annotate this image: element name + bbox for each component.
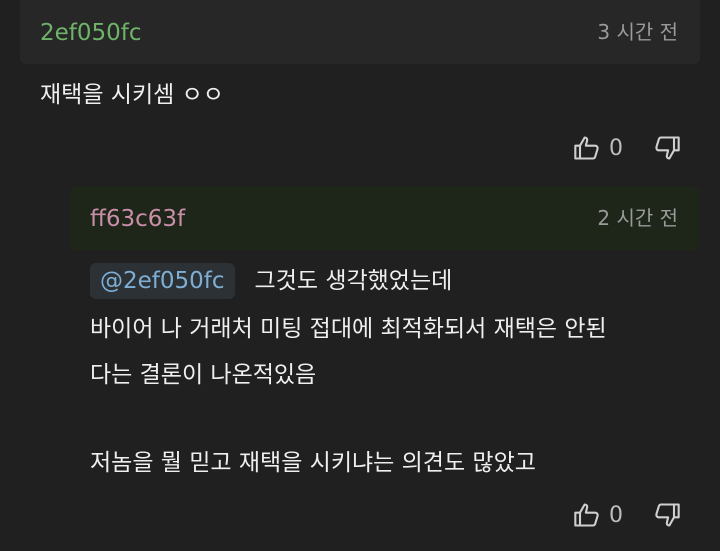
comment-header: 2ef050fc 3 시간 전: [20, 0, 700, 64]
reply-line-1-text: 그것도 생각했었는데: [254, 268, 453, 294]
reply-header: ff63c63f 2 시간 전: [70, 186, 700, 250]
comment-text: 재택을 시키셈 ㅇㅇ: [40, 82, 224, 108]
comment-username[interactable]: 2ef050fc: [40, 18, 142, 48]
thumbs-up-icon[interactable]: [573, 501, 601, 529]
thumbs-up-icon[interactable]: [573, 134, 601, 162]
reply-line-3: 다는 결론이 나온적있음: [90, 362, 317, 388]
thumbs-down-icon[interactable]: [653, 501, 681, 529]
reply-line-4: 저놈을 뭘 믿고 재택을 시키냐는 의견도 많았고: [90, 450, 536, 476]
reply-mention[interactable]: @2ef050fc: [90, 263, 235, 299]
reply-actions: 0: [573, 501, 681, 529]
reply-line-2: 바이어 나 거래처 미팅 접대에 최적화되서 재택은 안된: [90, 316, 607, 342]
reply-timestamp: 2 시간 전: [597, 206, 678, 230]
thumbs-down-icon[interactable]: [653, 134, 681, 162]
reply-line-1: @2ef050fc 그것도 생각했었는데: [90, 258, 452, 304]
comment-timestamp: 3 시간 전: [597, 20, 678, 44]
reply-like-count: 0: [609, 502, 623, 528]
reply-username[interactable]: ff63c63f: [90, 204, 185, 234]
comment-actions: 0: [573, 134, 681, 162]
comment-like-count: 0: [609, 135, 623, 161]
